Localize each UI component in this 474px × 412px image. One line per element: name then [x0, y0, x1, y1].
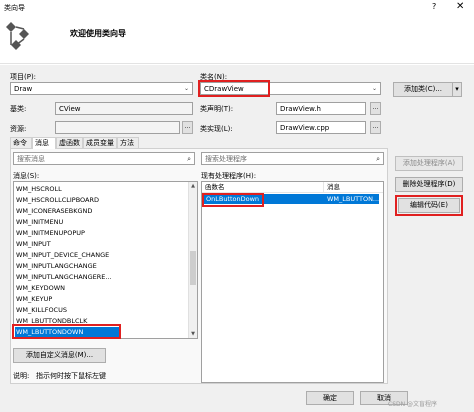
handlers-label: 现有处理程序(H): — [201, 172, 257, 180]
classname-combo[interactable]: CDrawView ⌄ — [200, 82, 381, 95]
tab-messages[interactable]: 消息 — [32, 137, 56, 149]
classname-value: CDrawView — [204, 85, 244, 93]
search-handlers-input[interactable]: 搜索处理程序 ⌕ — [201, 152, 384, 165]
base-class-field: CView — [55, 102, 193, 115]
wizard-header — [0, 16, 474, 64]
class-impl-label: 类实现(L): — [200, 125, 233, 133]
resource-label: 资源: — [10, 125, 27, 133]
description-label: 说明: — [13, 372, 30, 380]
scroll-thumb[interactable] — [190, 251, 196, 285]
close-icon[interactable]: ✕ — [456, 1, 464, 12]
help-icon[interactable]: ? — [432, 2, 436, 11]
list-item[interactable]: WM_INITMENU — [16, 217, 63, 227]
page-title: 欢迎使用类向导 — [70, 29, 126, 38]
search-icon[interactable]: ⌕ — [376, 154, 380, 164]
column-header-function[interactable]: 函数名 — [202, 182, 324, 193]
messages-list[interactable]: WM_HSCROLL WM_HSCROLLCLIPBOARD WM_ICONER… — [13, 181, 198, 339]
project-value: Draw — [14, 85, 33, 93]
list-item[interactable]: WM_KEYUP — [16, 294, 52, 304]
list-item[interactable]: WM_ICONERASEBKGND — [16, 206, 92, 216]
class-hierarchy-icon — [6, 22, 29, 50]
table-row[interactable]: OnLButtonDown WM_LBUTTON... — [203, 194, 379, 204]
browse-resource-button[interactable]: … — [182, 121, 193, 134]
class-decl-field[interactable]: DrawView.h — [276, 102, 366, 115]
search-messages-placeholder: 搜索消息 — [17, 155, 45, 163]
search-icon[interactable]: ⌕ — [187, 154, 191, 164]
list-item[interactable]: WM_LBUTTONDBLCLK — [16, 316, 87, 326]
delete-handler-button[interactable]: 删除处理程序(D) — [395, 177, 463, 192]
resource-field — [55, 121, 180, 134]
list-item[interactable]: WM_HSCROLLCLIPBOARD — [16, 195, 99, 205]
messages-label: 消息(S): — [13, 172, 40, 180]
add-custom-message-button[interactable]: 添加自定义消息(M)... — [13, 348, 106, 363]
list-item[interactable]: WM_KEYDOWN — [16, 283, 65, 293]
window-title: 类向导 — [4, 4, 25, 12]
ok-button[interactable]: 确定 — [306, 391, 354, 405]
list-item[interactable]: WM_KILLFOCUS — [16, 305, 67, 315]
add-class-dropdown-icon[interactable]: ▾ — [452, 82, 462, 97]
handler-message: WM_LBUTTON... — [327, 195, 380, 203]
edit-code-button[interactable]: 编辑代码(E) — [398, 198, 460, 213]
description-text: 指示何时按下鼠标左键 — [36, 372, 106, 380]
chevron-down-icon: ⌄ — [183, 85, 189, 92]
handlers-list[interactable]: 函数名 消息 OnLButtonDown WM_LBUTTON... — [201, 181, 384, 383]
list-item[interactable]: WM_INPUTLANGCHANGE — [16, 261, 97, 271]
add-class-button[interactable]: 添加类(C)... — [393, 82, 453, 97]
browse-decl-button[interactable]: … — [370, 102, 381, 115]
class-impl-field[interactable]: DrawView.cpp — [276, 121, 366, 134]
column-header-message[interactable]: 消息 — [324, 182, 383, 193]
base-label: 基类: — [10, 105, 27, 113]
classname-label: 类名(N): — [200, 73, 228, 81]
project-combo[interactable]: Draw ⌄ — [10, 82, 193, 95]
list-item-selected[interactable]: WM_LBUTTONDOWN — [15, 327, 121, 337]
scroll-up-icon[interactable]: ▲ — [189, 182, 197, 190]
list-item[interactable]: WM_INITMENUPOPUP — [16, 228, 85, 238]
scroll-down-icon[interactable]: ▼ — [189, 330, 197, 338]
list-item[interactable]: WM_INPUT_DEVICE_CHANGE — [16, 250, 109, 260]
messages-scrollbar[interactable]: ▲ ▼ — [188, 182, 197, 338]
class-decl-label: 类声明(T): — [200, 105, 234, 113]
watermark: CSDN @文盲程序 — [388, 401, 438, 408]
project-label: 项目(P): — [10, 73, 37, 81]
search-messages-input[interactable]: 搜索消息 ⌕ — [13, 152, 195, 165]
search-handlers-placeholder: 搜索处理程序 — [205, 155, 247, 163]
title-bar: 类向导 ? ✕ — [0, 0, 474, 16]
chevron-down-icon: ⌄ — [371, 85, 377, 92]
handler-function: OnLButtonDown — [206, 195, 260, 203]
list-item[interactable]: WM_INPUT — [16, 239, 51, 249]
list-item[interactable]: WM_INPUTLANGCHANGERE... — [16, 272, 112, 282]
list-item[interactable]: WM_HSCROLL — [16, 184, 62, 194]
add-handler-button[interactable]: 添加处理程序(A) — [395, 156, 463, 171]
browse-impl-button[interactable]: … — [370, 121, 381, 134]
